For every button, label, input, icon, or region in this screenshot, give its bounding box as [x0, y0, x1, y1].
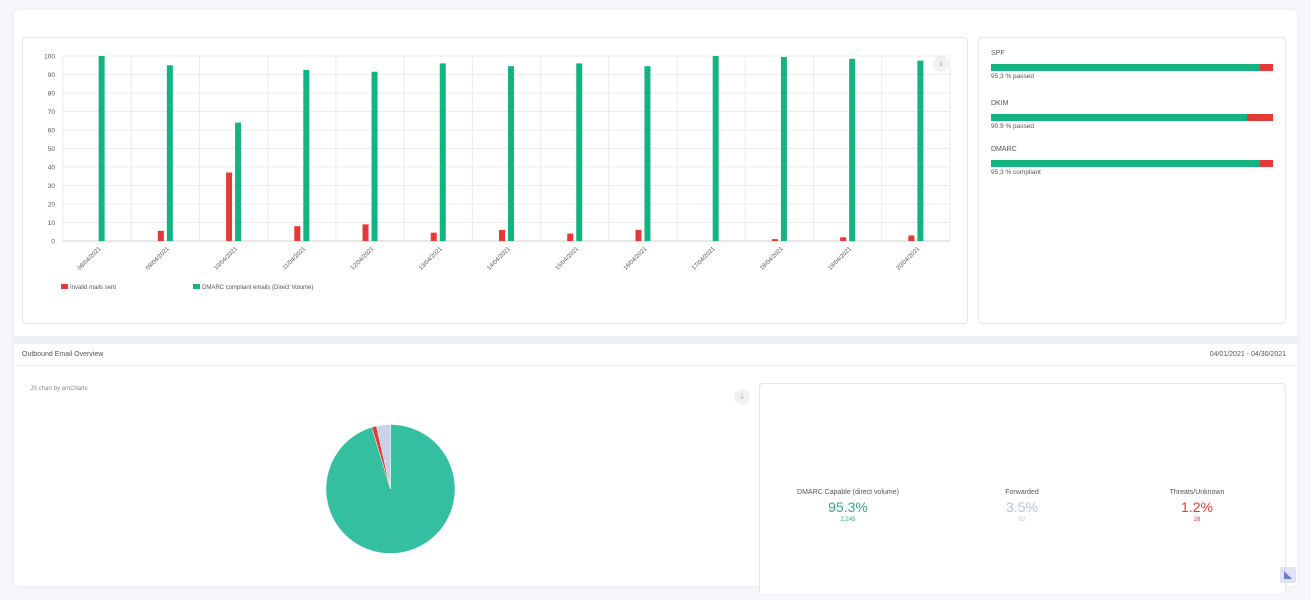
auth-label: DKIM [991, 100, 1009, 107]
stat-count: 28 [1193, 517, 1201, 523]
stat-name: DMARC Capable (direct volume) [797, 489, 899, 496]
bar-invalid [840, 237, 847, 241]
scroll-top-icon[interactable] [1280, 567, 1296, 583]
legend-label: Invalid mails sent [70, 285, 116, 291]
auth-progress-bar [991, 64, 1273, 71]
bar-compliant [98, 56, 105, 241]
bar-invalid [294, 226, 301, 241]
x-tick-label: 17/04/2021 [691, 246, 717, 272]
bar-compliant [712, 56, 719, 241]
bar-compliant [917, 60, 924, 241]
stat-count: 2,245 [840, 517, 856, 523]
y-tick-label: 90 [48, 72, 56, 79]
bar-compliant [371, 71, 378, 241]
bar-compliant [644, 66, 651, 241]
stat-percent: 1.2% [1181, 499, 1213, 515]
outbound-pie-area: ⤓ [22, 380, 752, 580]
section-divider [14, 336, 1297, 344]
x-tick-label: 09/04/2021 [145, 246, 171, 272]
stat-name: Threats/Unknown [1169, 489, 1225, 496]
bar-compliant [508, 66, 514, 241]
x-tick-label: 08/04/2021 [77, 246, 103, 272]
stat-percent: 95.3% [828, 499, 868, 515]
stat-percent: 3.5% [1006, 499, 1038, 515]
y-tick-label: 0 [51, 239, 55, 246]
bar-compliant [439, 63, 446, 242]
y-tick-label: 50 [48, 146, 56, 153]
x-tick-label: 18/04/2021 [759, 246, 785, 272]
outbound-section-title: Outbound Email Overview [22, 351, 104, 358]
outbound-header-divider [14, 365, 1297, 366]
bar-compliant [576, 63, 583, 242]
bar-invalid [908, 235, 915, 241]
page: 0 10 20 30 40 50 60 70 80 90 100 08/04/2021 09/04/20… [0, 0, 1311, 600]
bar-compliant [235, 122, 242, 241]
bar-invalid [567, 233, 574, 241]
stat-threats-unknown: Threats/Unknown 1.2% 28 [1117, 489, 1277, 523]
auth-progress-bar [991, 160, 1273, 167]
x-tick-label: 20/04/2021 [896, 246, 922, 272]
y-tick-label: 20 [48, 202, 56, 209]
bar-compliant [780, 56, 787, 241]
stat-forwarded: Forwarded 3.5% 82 [942, 489, 1102, 523]
bar-invalid [430, 232, 437, 241]
bar-invalid [362, 224, 369, 241]
auth-value: 90.9 % passed [991, 123, 1035, 130]
auth-progress-bar [991, 114, 1273, 121]
x-tick-label: 10/04/2021 [214, 246, 240, 272]
bar-invalid [771, 239, 778, 241]
auth-value: 95.3 % compliant [991, 169, 1041, 176]
legend-swatch [61, 284, 68, 289]
stat-count: 82 [1018, 517, 1026, 523]
bar-invalid [499, 229, 505, 241]
x-tick-label: 16/04/2021 [623, 246, 649, 272]
download-icon[interactable]: ⤓ [735, 390, 749, 404]
legend-label: DMARC compliant emails (Direct Volume) [202, 285, 313, 291]
x-tick-label: 19/04/2021 [828, 246, 854, 272]
download-icon[interactable]: ⤓ [934, 57, 948, 71]
daily-compliance-chart-panel: 0 10 20 30 40 50 60 70 80 90 100 08/04/2021 09/04/20… [22, 37, 968, 324]
authentication-summary-panel: SPF 95.3 % passed DKIM 90.9 % passed DMA… [978, 37, 1286, 324]
auth-value: 95.3 % passed [991, 73, 1035, 80]
auth-item-dkim: DKIM 90.9 % passed [991, 100, 1273, 130]
bar-invalid [635, 229, 642, 241]
auth-label: SPF [991, 50, 1005, 57]
outbound-date-range[interactable]: 04/01/2021 - 04/30/2021 [1210, 351, 1286, 358]
bar-compliant [166, 65, 173, 241]
y-tick-label: 70 [48, 109, 56, 116]
stat-dmarc-capable: DMARC Capable (direct volume) 95.3% 2,24… [768, 489, 928, 523]
y-tick-label: 30 [48, 183, 56, 190]
x-tick-label: 15/04/2021 [555, 246, 581, 272]
legend-swatch [193, 284, 200, 289]
auth-label: DMARC [991, 146, 1017, 153]
outbound-stats-panel [759, 383, 1286, 593]
y-tick-label: 10 [48, 220, 56, 227]
x-tick-label: 11/04/2021 [282, 246, 308, 272]
auth-item-spf: SPF 95.3 % passed [991, 50, 1273, 80]
y-tick-label: 80 [48, 91, 56, 98]
x-tick-label: 14/04/2021 [486, 246, 512, 272]
y-tick-label: 40 [48, 165, 56, 172]
bar-invalid [157, 230, 164, 241]
y-tick-label: 60 [48, 128, 56, 135]
bar-compliant [303, 69, 310, 241]
stat-name: Forwarded [1005, 489, 1039, 496]
bar-compliant [849, 58, 856, 242]
x-tick-label: 13/04/2021 [418, 246, 444, 272]
top-section-header [14, 10, 1297, 24]
auth-item-dmarc: DMARC 95.3 % compliant [991, 146, 1273, 176]
outbound-pie-chart [325, 424, 456, 554]
bar-invalid [226, 172, 233, 241]
y-tick-label: 100 [44, 54, 55, 61]
daily-compliance-bar-chart: 0 10 20 30 40 50 60 70 80 90 100 08/04/2021 09/04/20… [44, 54, 951, 291]
x-tick-label: 12/04/2021 [350, 246, 376, 272]
